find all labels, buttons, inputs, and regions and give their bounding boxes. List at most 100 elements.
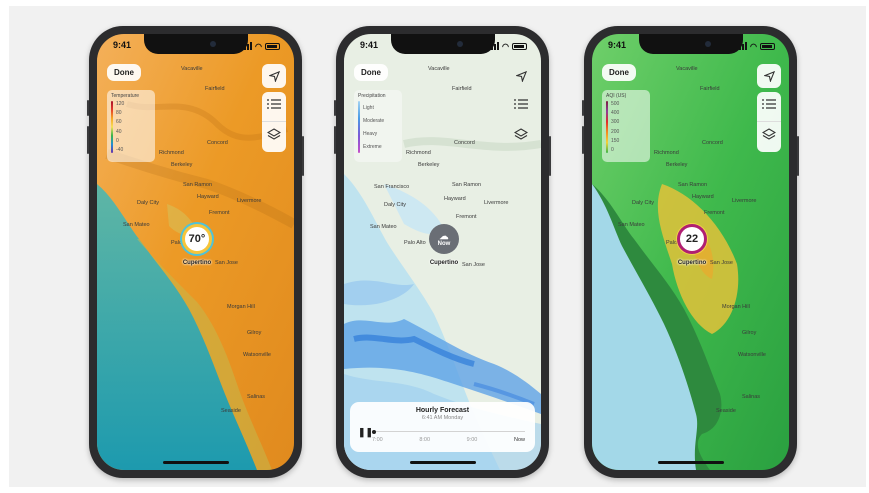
city-label: San Mateo bbox=[370, 224, 397, 230]
timeline-tick: Now bbox=[513, 437, 525, 443]
city-label: Morgan Hill bbox=[722, 304, 750, 310]
legend-stop: 60 bbox=[116, 119, 122, 126]
city-label: Berkeley bbox=[171, 162, 193, 168]
legend-stop: 0 bbox=[116, 137, 119, 144]
map-controls bbox=[509, 92, 533, 152]
city-label: Hayward bbox=[692, 194, 714, 200]
city-label: Fairfield bbox=[452, 86, 472, 92]
scrubber-handle[interactable] bbox=[372, 429, 376, 434]
home-indicator bbox=[409, 461, 476, 464]
done-button[interactable]: Done bbox=[107, 64, 141, 81]
legend-title: AQI (US) bbox=[606, 93, 627, 99]
city-label: Gilroy bbox=[247, 330, 262, 336]
cloud-icon: ☁ bbox=[439, 230, 449, 241]
legend-stop: Extreme bbox=[363, 143, 382, 150]
screen: 9:41 ◠ Done Precipitation Light Moderate… bbox=[344, 34, 541, 470]
city-label: Fremont bbox=[209, 210, 230, 216]
city-label: Vacaville bbox=[181, 66, 203, 72]
hourly-forecast-panel[interactable]: Hourly Forecast 6:41 AM Monday ❚❚ 7:00 8… bbox=[350, 402, 535, 452]
timeline-scrubber[interactable] bbox=[372, 429, 525, 434]
forecast-title: Hourly Forecast bbox=[415, 407, 470, 414]
battery-icon bbox=[265, 42, 280, 50]
city-label: Livermore bbox=[237, 198, 262, 204]
pause-icon[interactable]: ❚❚ bbox=[358, 427, 373, 438]
city-label: Salinas bbox=[247, 394, 266, 400]
city-label: San Jose bbox=[215, 260, 238, 266]
pin-label: Cupertino bbox=[429, 260, 459, 266]
signal-icon bbox=[241, 42, 253, 50]
status-time: 9:41 bbox=[113, 40, 132, 50]
legend-scale bbox=[358, 101, 360, 153]
city-label: San Francisco bbox=[374, 184, 410, 190]
status-bar: 9:41 ◠ bbox=[608, 40, 775, 52]
city-label: Hayward bbox=[444, 196, 466, 202]
city-label: Daly City bbox=[137, 200, 160, 206]
wifi-icon: ◠ bbox=[750, 41, 757, 51]
city-label: Fairfield bbox=[700, 86, 720, 92]
legend-stop: 400 bbox=[611, 110, 620, 117]
signal-icon bbox=[488, 42, 500, 50]
location-pin[interactable]: 70° Cupertino bbox=[182, 224, 212, 266]
city-label: Fairfield bbox=[205, 86, 225, 92]
done-button[interactable]: Done bbox=[602, 64, 636, 81]
city-label: Watsonville bbox=[738, 352, 766, 358]
home-indicator bbox=[657, 461, 724, 464]
city-label: Watsonville bbox=[243, 352, 271, 358]
city-label: Richmond bbox=[654, 150, 679, 156]
layers-icon[interactable] bbox=[513, 128, 529, 147]
battery-icon bbox=[760, 42, 775, 50]
location-arrow-icon[interactable] bbox=[757, 64, 781, 88]
city-label: San Mateo bbox=[618, 222, 645, 228]
precipitation-legend: Precipitation Light Moderate Heavy Extre… bbox=[354, 90, 402, 162]
legend-stop: 500 bbox=[611, 101, 620, 107]
legend-stop: 120 bbox=[116, 101, 125, 107]
city-label: Salinas bbox=[742, 394, 761, 400]
list-icon[interactable] bbox=[762, 97, 776, 115]
timeline-tick: 8:00 bbox=[419, 437, 431, 443]
city-label: Berkeley bbox=[418, 162, 440, 168]
legend-stop: 0 bbox=[611, 146, 614, 153]
done-button[interactable]: Done bbox=[354, 64, 388, 81]
map-controls bbox=[757, 92, 781, 152]
screen: 9:41 ◠ Done AQI (US) 500 400 300 200 150… bbox=[592, 34, 789, 470]
location-pin[interactable]: 22 Cupertino bbox=[677, 224, 707, 266]
legend-stop: -40 bbox=[116, 146, 124, 153]
location-pin[interactable]: ☁ Now Cupertino bbox=[429, 224, 459, 266]
legend-title: Precipitation bbox=[358, 93, 386, 99]
status-time: 9:41 bbox=[360, 40, 379, 50]
signal-icon bbox=[736, 42, 748, 50]
city-label: Concord bbox=[207, 140, 228, 146]
pin-label: Cupertino bbox=[182, 260, 212, 266]
city-label: Morgan Hill bbox=[227, 304, 255, 310]
city-label: San Jose bbox=[710, 260, 733, 266]
layers-icon[interactable] bbox=[266, 128, 282, 147]
city-label: Livermore bbox=[484, 200, 509, 206]
legend-stop: Heavy bbox=[363, 130, 378, 137]
city-label: Daly City bbox=[384, 202, 407, 208]
city-label: Vacaville bbox=[676, 66, 698, 72]
list-icon[interactable] bbox=[514, 97, 528, 115]
timeline-tick: 9:00 bbox=[466, 437, 478, 443]
list-icon[interactable] bbox=[267, 97, 281, 115]
layers-icon[interactable] bbox=[761, 128, 777, 147]
timeline-ticks: 7:00 8:00 9:00 Now bbox=[372, 437, 525, 443]
city-label: Fremont bbox=[456, 214, 477, 220]
status-bar: 9:41 ◠ bbox=[113, 40, 280, 52]
phone-air-quality: 9:41 ◠ Done AQI (US) 500 400 300 200 150… bbox=[582, 26, 799, 478]
status-bar: 9:41 ◠ bbox=[360, 40, 527, 52]
city-label: Seaside bbox=[221, 408, 241, 414]
legend-stop: Light bbox=[363, 104, 374, 111]
city-label: Livermore bbox=[732, 198, 757, 204]
city-label: Richmond bbox=[159, 150, 184, 156]
legend-scale bbox=[606, 101, 608, 153]
location-arrow-icon[interactable] bbox=[262, 64, 286, 88]
home-indicator bbox=[162, 461, 229, 464]
legend-stop: 300 bbox=[611, 119, 620, 126]
phone-precipitation: 9:41 ◠ Done Precipitation Light Moderate… bbox=[334, 26, 551, 478]
location-arrow-icon[interactable] bbox=[509, 64, 533, 88]
screen: 9:41 ◠ Done Temperature 120 80 60 40 0 -… bbox=[97, 34, 294, 470]
city-label: Vacaville bbox=[428, 66, 450, 72]
status-time: 9:41 bbox=[608, 40, 627, 50]
aqi-value: 22 bbox=[677, 224, 707, 254]
city-label: Fremont bbox=[704, 210, 725, 216]
